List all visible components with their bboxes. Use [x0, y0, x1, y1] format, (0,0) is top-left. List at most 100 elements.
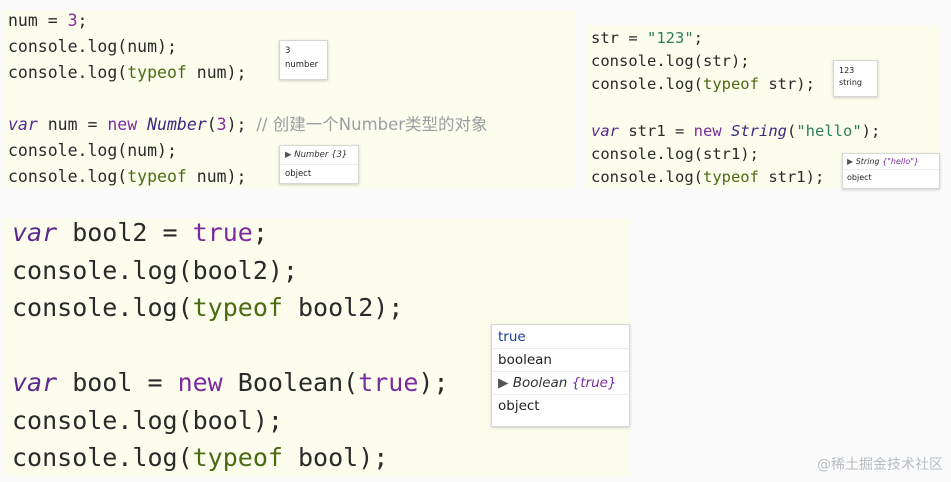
code-token: console.log(str);: [591, 52, 750, 71]
output-type: number: [285, 60, 319, 70]
console-output-string-primitive: 123 string: [833, 60, 878, 97]
code-token: 3: [216, 115, 227, 134]
code-token: true: [358, 368, 419, 397]
code-line: console.log(typeof bool2);: [12, 289, 449, 327]
code-token: console.log(bool);: [12, 405, 283, 435]
code-token: Boolean(: [222, 368, 359, 397]
output-object-row[interactable]: ▶ Number {3}: [280, 146, 358, 164]
output-value: 3: [285, 46, 291, 56]
code-token: ;: [693, 29, 704, 47]
code-token: var: [12, 218, 58, 247]
code-token: str1);: [758, 168, 825, 187]
code-token: bool2 =: [57, 218, 193, 247]
code-token: typeof: [127, 167, 187, 186]
code-token: var: [591, 121, 619, 140]
code-line: str = "123";: [591, 27, 880, 50]
expand-triangle-icon[interactable]: ▶: [847, 157, 853, 166]
code-token: bool2);: [282, 293, 404, 322]
code-token: bool =: [57, 368, 178, 397]
code-token: new: [177, 368, 223, 397]
output-type: object: [843, 169, 939, 185]
code-token: );: [418, 368, 449, 397]
output-object-row[interactable]: ▶ String {"hello"}: [843, 154, 939, 169]
code-token: console.log(: [591, 75, 703, 94]
code-line: console.log(typeof num);: [8, 164, 488, 190]
code-token: // 创建一个Number类型的对象: [256, 115, 488, 134]
code-line: num = 3;: [8, 8, 488, 34]
code-line: var num = new Number(3); // 创建一个Number类型…: [8, 112, 488, 138]
console-output-string-object: ▶ String {"hello"} object: [842, 153, 940, 189]
output-type-object: object: [492, 394, 629, 417]
code-token: typeof: [192, 443, 283, 472]
code-token: );: [861, 121, 881, 140]
code-token: num);: [186, 63, 247, 82]
code-token: console.log(: [12, 293, 193, 322]
code-token: console.log(: [8, 167, 128, 186]
output-type: boolean: [492, 348, 629, 371]
code-line: var bool = new Boolean(true);: [12, 364, 449, 402]
code-token: (: [787, 121, 797, 140]
boolean-code-block: var bool2 = true; console.log(bool2); cons…: [12, 214, 449, 477]
code-token: String: [731, 121, 787, 140]
console-output-number-primitive: 3 number: [279, 40, 328, 80]
code-token: 3: [67, 11, 78, 30]
code-token: new: [693, 121, 722, 140]
code-token: typeof: [702, 75, 759, 94]
output-type: string: [839, 78, 862, 87]
code-token: new: [107, 115, 138, 134]
code-token: str1 =: [619, 121, 694, 140]
code-token: ;: [77, 11, 88, 30]
code-token: str);: [758, 75, 815, 94]
object-class: Number: [294, 150, 329, 160]
code-line: console.log(typeof str1);: [591, 166, 880, 189]
expand-triangle-icon[interactable]: ▶: [498, 375, 508, 391]
number-code-block: num = 3; console.log(num); console.log(typ…: [8, 8, 488, 190]
output-value: true: [492, 325, 629, 348]
code-token: );: [226, 115, 257, 134]
code-token: console.log(num);: [8, 37, 177, 56]
code-token: "123": [647, 29, 694, 47]
code-token: console.log(num);: [8, 141, 177, 160]
output-value-text: true: [498, 329, 526, 345]
code-line: console.log(bool2);: [12, 252, 449, 290]
object-value: {true}: [571, 375, 617, 391]
code-token: console.log(bool2);: [12, 255, 298, 285]
expand-triangle-icon[interactable]: ▶: [285, 150, 292, 160]
code-token: Number: [147, 115, 207, 134]
output-type: object: [280, 164, 358, 183]
code-line: console.log(num);: [8, 138, 488, 164]
code-line: var str1 = new String("hello");: [591, 120, 880, 143]
output-object-row[interactable]: ▶ Boolean {true}: [492, 371, 629, 394]
code-token: num =: [8, 11, 68, 30]
code-token: typeof: [702, 168, 759, 187]
object-class: Boolean: [512, 375, 568, 391]
code-token: console.log(: [591, 168, 703, 187]
console-output-number-object: ▶ Number {3} object: [279, 145, 359, 184]
string-code-block: str = "123"; console.log(str); console.log…: [591, 27, 880, 189]
code-token: var: [12, 368, 58, 397]
code-token: console.log(: [8, 63, 128, 82]
code-line: console.log(typeof bool);: [12, 439, 449, 477]
code-token: (: [206, 115, 217, 134]
code-token: ;: [252, 218, 268, 247]
code-token: console.log(: [12, 443, 193, 472]
watermark: @稀土掘金技术社区: [817, 457, 943, 473]
code-token: var: [8, 115, 38, 134]
code-line: var bool2 = true;: [12, 214, 449, 252]
output-value: 123: [839, 66, 855, 75]
code-token: num =: [37, 115, 108, 134]
object-value: {"hello"}: [882, 157, 919, 166]
code-token: typeof: [127, 63, 187, 82]
code-line: console.log(num);: [8, 34, 488, 60]
code-token: str =: [591, 29, 647, 47]
code-line: console.log(typeof num);: [8, 60, 488, 86]
object-class: String: [855, 157, 880, 166]
code-token: num);: [186, 167, 247, 186]
code-token: typeof: [192, 293, 283, 322]
object-value: {3}: [331, 150, 348, 160]
code-token: true: [192, 218, 253, 247]
